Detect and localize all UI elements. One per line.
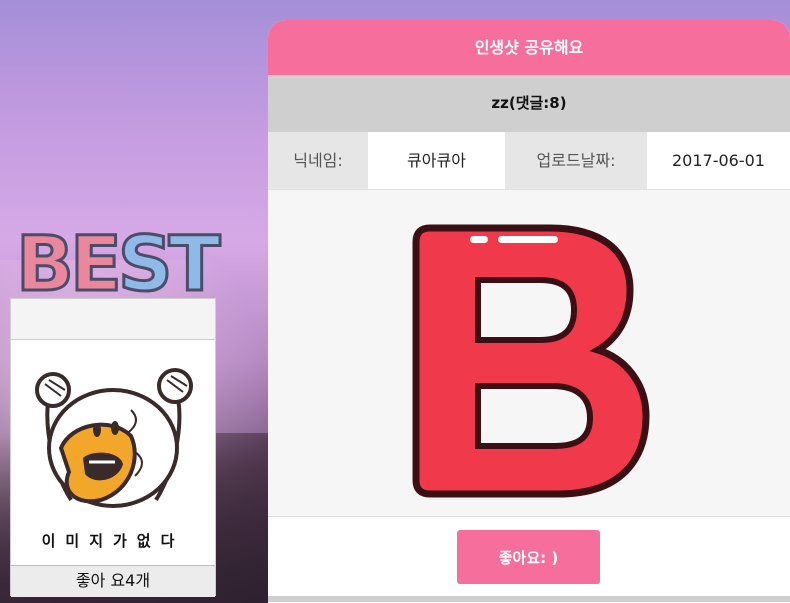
board-title: 인생샷 공유해요 (268, 20, 790, 75)
upload-date-label: 업로드날짜: (505, 132, 647, 189)
post-title[interactable]: zz(댓글:8) (268, 75, 790, 132)
nickname-value: 큐아큐아 (368, 132, 505, 189)
best-logo: BEST (15, 219, 222, 308)
panel-bottom-border (268, 596, 790, 602)
best-card-image[interactable]: 이미지가없다 (11, 340, 215, 565)
best-card-header (11, 299, 215, 340)
post-meta-row: 닉네임: 큐아큐아 업로드날짜: 2017-06-01 (268, 132, 790, 190)
like-button[interactable]: 좋아요: ) (457, 530, 600, 584)
like-area: 좋아요: ) (268, 517, 790, 602)
post-image (268, 190, 790, 517)
letter-b-sticker-icon (412, 224, 650, 498)
no-image-caption: 이미지가없다 (41, 532, 185, 550)
upload-date-value: 2017-06-01 (647, 132, 790, 189)
best-card[interactable]: 이미지가없다 좋아 요4개 (10, 298, 216, 597)
best-like-count: 좋아 요4개 (11, 565, 215, 597)
nickname-label: 닉네임: (268, 132, 368, 189)
post-panel: 인생샷 공유해요 zz(댓글:8) 닉네임: 큐아큐아 업로드날짜: 2017-… (268, 20, 790, 603)
